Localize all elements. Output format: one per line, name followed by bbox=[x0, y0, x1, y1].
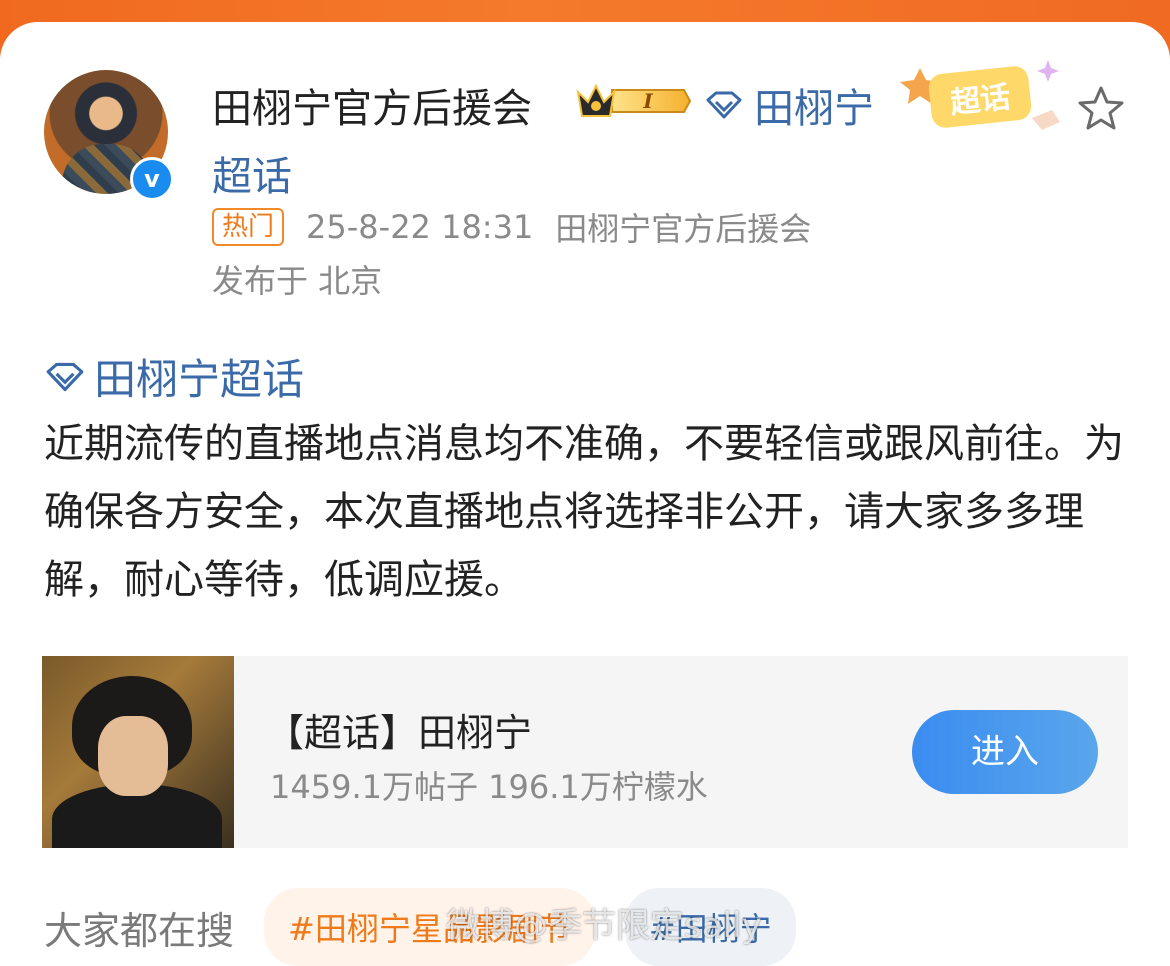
hot-badge: 热门 bbox=[212, 208, 285, 246]
content-topic-label: 田栩宁超话 bbox=[94, 355, 305, 404]
supertopic-link[interactable]: 田栩宁 bbox=[704, 76, 874, 134]
supertopic-card-stats: 1459.1万帖子 196.1万柠檬水 bbox=[270, 768, 708, 806]
diamond-icon bbox=[706, 91, 742, 119]
supertopic-name: 田栩宁 bbox=[754, 86, 874, 132]
supertopic-card-title: 【超话】田栩宁 bbox=[266, 711, 533, 755]
content-topic-link[interactable]: 田栩宁超话 bbox=[44, 346, 304, 407]
supertopic-sticker-icon: 超话 bbox=[900, 60, 1060, 130]
post-source: 田栩宁官方后援会 bbox=[555, 210, 812, 248]
post-meta: 热门 25-8-22 18:31 田栩宁官方后援会 bbox=[212, 204, 811, 250]
enter-button[interactable]: 进入 bbox=[912, 710, 1098, 794]
watermark: 微博@季节限定sally bbox=[446, 906, 762, 946]
supertopic-thumbnail bbox=[42, 656, 234, 848]
author-name[interactable]: 田栩宁官方后援会 bbox=[212, 76, 532, 134]
diamond-icon bbox=[46, 362, 84, 391]
trending-search-label: 大家都在搜 bbox=[44, 908, 235, 953]
supertopic-suffix[interactable]: 超话 bbox=[212, 144, 292, 202]
vip-level-label: I bbox=[642, 89, 653, 113]
vip-crown-icon: I bbox=[576, 83, 692, 117]
post-location: 发布于 北京 bbox=[212, 262, 383, 300]
verified-icon: v bbox=[130, 157, 174, 201]
favorite-star-icon[interactable] bbox=[1076, 84, 1126, 134]
supertopic-card[interactable]: 【超话】田栩宁 1459.1万帖子 196.1万柠檬水 进入 bbox=[42, 656, 1128, 848]
sticker-label: 超话 bbox=[949, 80, 1012, 121]
post-content: 近期流传的直播地点消息均不准确，不要轻信或跟风前往。为确保各方安全，本次直播地点… bbox=[44, 421, 1124, 603]
post-timestamp: 25-8-22 18:31 bbox=[306, 208, 534, 246]
